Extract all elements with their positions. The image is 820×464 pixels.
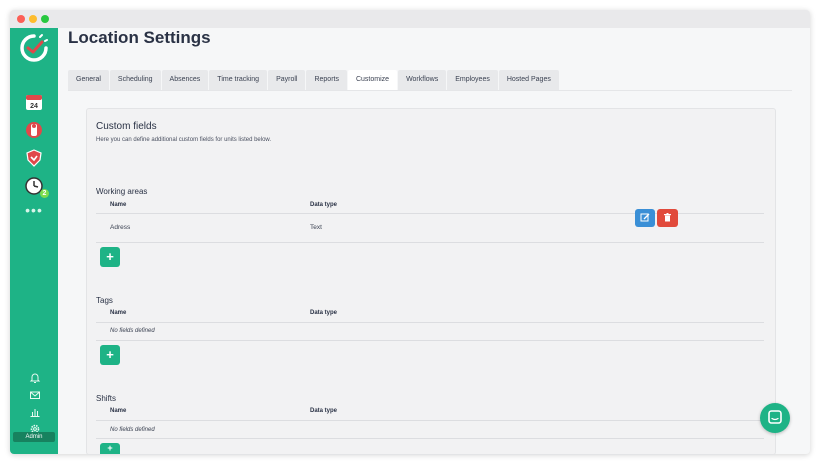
title-bar — [10, 10, 810, 28]
table-row-divider — [96, 242, 764, 243]
tab-payroll[interactable]: Payroll — [268, 70, 306, 90]
tab-reports[interactable]: Reports — [306, 70, 347, 90]
trash-icon — [664, 213, 671, 222]
app-logo-icon[interactable] — [18, 32, 50, 64]
minimize-window-button[interactable] — [29, 15, 37, 23]
sidebar: 24 2 ••• — [10, 28, 58, 454]
settings-tabs: General Scheduling Absences Time trackin… — [68, 70, 559, 90]
chat-icon — [768, 410, 782, 424]
table-row-divider — [96, 340, 764, 341]
add-tag-field-button[interactable]: + — [100, 345, 120, 365]
close-window-button[interactable] — [17, 15, 25, 23]
section-title-shifts: Shifts — [96, 394, 117, 403]
shield-icon[interactable] — [24, 148, 44, 168]
table-header-divider — [96, 420, 764, 421]
tab-absences[interactable]: Absences — [161, 70, 209, 90]
admin-label[interactable]: Admin — [13, 432, 55, 442]
column-header-name: Name — [110, 310, 127, 316]
chart-icon[interactable] — [29, 406, 41, 418]
section-title-working-areas: Working areas — [96, 187, 148, 196]
calendar-day: 24 — [30, 103, 38, 110]
field-name-cell: Adress — [110, 224, 131, 231]
column-header-data-type: Data type — [310, 310, 338, 316]
add-shift-field-button[interactable]: + — [100, 443, 120, 454]
edit-icon — [640, 213, 650, 222]
column-header-data-type: Data type — [310, 202, 338, 208]
timeclock-badge: 2 — [40, 189, 49, 198]
more-icon[interactable]: ••• — [24, 203, 44, 217]
page-title: Location Settings — [68, 28, 211, 47]
edit-field-button[interactable] — [635, 209, 655, 227]
maximize-window-button[interactable] — [41, 15, 49, 23]
add-working-area-field-button[interactable]: + — [100, 247, 120, 267]
tab-scheduling[interactable]: Scheduling — [109, 70, 161, 90]
bell-icon[interactable] — [29, 372, 41, 384]
tab-workflows[interactable]: Workflows — [398, 70, 447, 90]
custom-fields-panel — [86, 108, 776, 455]
tab-hosted-pages[interactable]: Hosted Pages — [498, 70, 559, 90]
empty-fields-message: No fields defined — [110, 328, 155, 334]
chat-button[interactable] — [760, 403, 790, 433]
tab-time-tracking[interactable]: Time tracking — [209, 70, 268, 90]
table-row-divider — [96, 438, 764, 439]
mail-icon[interactable] — [29, 389, 41, 401]
section-title-tags: Tags — [96, 296, 113, 305]
column-header-data-type: Data type — [310, 408, 338, 414]
tab-customize[interactable]: Customize — [347, 70, 398, 90]
custom-fields-title: Custom fields — [96, 121, 157, 132]
empty-fields-message: No fields defined — [110, 427, 155, 433]
tab-employees[interactable]: Employees — [447, 70, 498, 90]
custom-fields-description: Here you can define additional custom fi… — [96, 137, 272, 143]
column-header-name: Name — [110, 202, 127, 208]
delete-field-button[interactable] — [657, 209, 678, 227]
column-header-name: Name — [110, 408, 127, 414]
tabs-divider — [68, 90, 792, 91]
field-type-cell: Text — [310, 224, 322, 231]
table-header-divider — [96, 322, 764, 323]
calendar-icon[interactable]: 24 — [24, 92, 44, 112]
tab-general[interactable]: General — [68, 70, 109, 90]
employees-icon[interactable] — [24, 120, 44, 140]
